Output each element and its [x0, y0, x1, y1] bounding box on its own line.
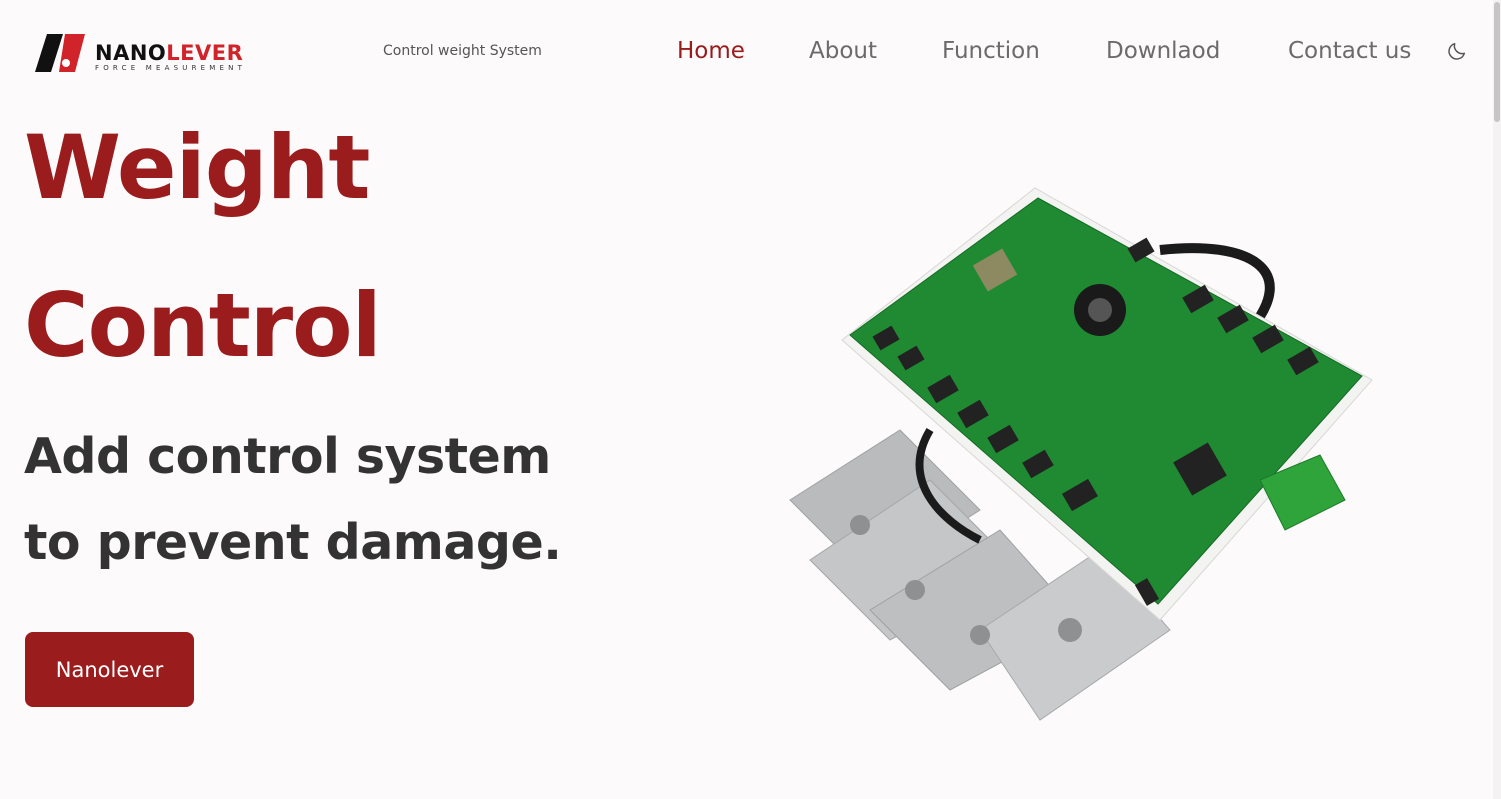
nanolever-logo[interactable]: NANOLEVER FORCE MEASUREMENT [33, 32, 309, 74]
scrollbar-thumb[interactable] [1494, 2, 1500, 122]
page-scrollbar[interactable] [1493, 0, 1501, 799]
nav-download[interactable]: Downlaod [1106, 38, 1220, 64]
nanolever-button[interactable]: Nanolever [25, 632, 194, 707]
hero-subtitle-line2: to prevent damage. [24, 514, 562, 571]
control-board-with-load-cells-image [780, 180, 1380, 740]
nav-function[interactable]: Function [942, 38, 1040, 64]
hero-title-line2: Control [24, 274, 382, 377]
hero-subtitle-line1: Add control system [24, 428, 551, 485]
nav-contact[interactable]: Contact us [1288, 38, 1411, 64]
nav-home[interactable]: Home [677, 38, 745, 64]
site-header: NANOLEVER FORCE MEASUREMENT Control weig… [0, 0, 1501, 105]
site-tagline: Control weight System [383, 43, 542, 59]
logo-subtitle: FORCE MEASUREMENT [95, 64, 247, 72]
hero-title-line1: Weight [24, 116, 370, 219]
logo-wordmark: NANOLEVER [95, 41, 244, 65]
nav-about[interactable]: About [809, 38, 877, 64]
logo-mark-icon [35, 34, 85, 72]
moon-icon[interactable] [1446, 40, 1468, 62]
